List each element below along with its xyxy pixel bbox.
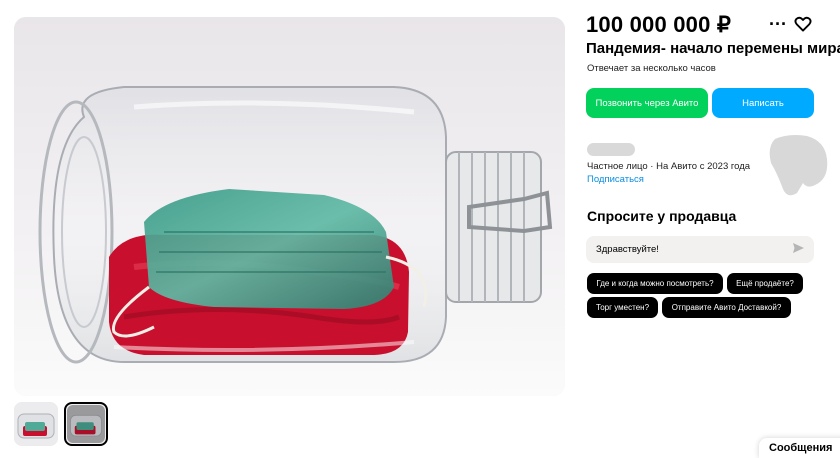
call-button[interactable]: Позвонить через Авито bbox=[586, 88, 708, 118]
subscribe-link[interactable]: Подписаться bbox=[587, 174, 644, 185]
message-input[interactable]: Здравствуйте! bbox=[586, 236, 814, 263]
send-icon[interactable] bbox=[793, 243, 804, 256]
jar-with-mask-image bbox=[14, 17, 565, 396]
photo-thumbnails bbox=[14, 402, 108, 446]
messenger-tab[interactable]: Сообщения bbox=[759, 438, 840, 458]
seller-name-placeholder[interactable] bbox=[587, 143, 635, 156]
thumbnail-image bbox=[14, 402, 58, 446]
quick-question-chip[interactable]: Где и когда можно посмотреть? bbox=[587, 273, 723, 294]
thumbnail-1[interactable] bbox=[14, 402, 58, 446]
main-photo[interactable] bbox=[14, 17, 565, 396]
thumbnail-2[interactable] bbox=[64, 402, 108, 446]
quick-question-chip[interactable]: Ещё продаёте? bbox=[727, 273, 803, 294]
write-button[interactable]: Написать bbox=[712, 88, 814, 118]
heart-icon[interactable] bbox=[794, 16, 812, 37]
price: 100 000 000 ₽ bbox=[586, 12, 732, 37]
seller-info: Частное лицо · На Авито с 2023 года bbox=[587, 161, 751, 172]
quick-question-chip[interactable]: Отправите Авито Доставкой? bbox=[662, 297, 791, 318]
avatar[interactable] bbox=[767, 133, 829, 197]
ask-seller-title: Спросите у продавца bbox=[587, 208, 737, 224]
message-input-value: Здравствуйте! bbox=[596, 244, 659, 255]
reply-time: Отвечает за несколько часов bbox=[587, 63, 716, 74]
quick-question-chip[interactable]: Торг уместен? bbox=[587, 297, 658, 318]
thumbnail-image bbox=[67, 405, 105, 443]
listing-title: Пандемия- начало перемены мира bbox=[586, 40, 840, 57]
more-horizontal-icon[interactable]: ··· bbox=[769, 14, 787, 35]
